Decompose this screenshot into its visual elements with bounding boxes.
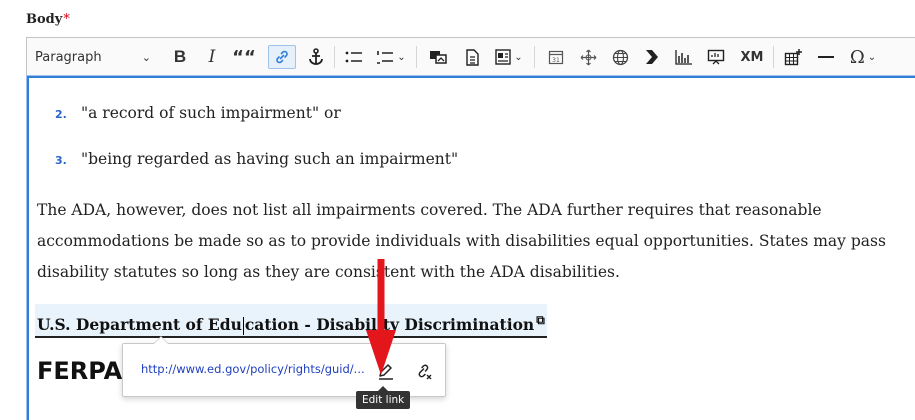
chevron-block-button[interactable] — [639, 45, 665, 69]
link-preview-url[interactable]: http://www.ed.gov/policy/rights/guid/... — [141, 362, 365, 376]
italic-button[interactable]: I — [199, 45, 225, 69]
source-button[interactable]: XM — [737, 45, 767, 69]
special-characters-button[interactable]: Ω ⌄ — [843, 45, 883, 69]
chevron-down-icon: ⌄ — [867, 51, 877, 63]
unlink-icon — [418, 364, 432, 380]
edit-link-tooltip: Edit link — [356, 386, 411, 409]
toolbar-separator — [334, 46, 335, 68]
insert-table-button[interactable] — [779, 45, 807, 69]
chart-button[interactable] — [671, 45, 697, 69]
move-icon — [580, 49, 596, 65]
bar-chart-icon — [675, 50, 692, 65]
omega-icon: Ω — [849, 46, 865, 68]
table-icon — [784, 49, 802, 66]
list-number: 2. — [55, 108, 67, 121]
unlink-button[interactable] — [409, 356, 439, 386]
horizontal-line-icon — [818, 56, 834, 58]
toolbar-separator — [534, 46, 535, 68]
horizontal-line-button[interactable] — [813, 45, 839, 69]
required-marker: * — [63, 12, 70, 27]
toolbar-separator — [773, 46, 774, 68]
link-text-part-2: cation - Disability Discrimination — [244, 315, 535, 335]
heading-dropdown-value: Paragraph — [35, 49, 102, 65]
presentation-button[interactable] — [703, 45, 729, 69]
heading-dropdown[interactable]: Paragraph ⌄ — [35, 45, 155, 69]
anchor-button[interactable] — [303, 45, 329, 69]
pencil-icon — [379, 364, 393, 380]
bulleted-list-button[interactable] — [341, 45, 367, 69]
edit-link-button[interactable] — [371, 356, 401, 386]
list-item: 2. "a record of such impairment" or — [55, 104, 341, 122]
link-button[interactable] — [268, 45, 296, 69]
document-icon — [466, 48, 479, 66]
image-align-button[interactable]: ⌄ — [491, 45, 527, 69]
text-caret — [242, 317, 244, 336]
list-item-text: "being regarded as having such an impair… — [81, 150, 459, 168]
link-actions-balloon: http://www.ed.gov/policy/rights/guid/... — [122, 336, 446, 397]
field-label: Body* — [26, 12, 70, 27]
chevron-down-icon: ⌄ — [141, 50, 151, 64]
svg-text:31: 31 — [552, 57, 560, 64]
move-button[interactable] — [575, 45, 601, 69]
document-button[interactable] — [459, 45, 485, 69]
field-label-text: Body — [26, 12, 63, 27]
globe-icon — [612, 49, 628, 65]
link-icon — [276, 50, 288, 64]
chevron-down-icon: ⌄ — [397, 51, 406, 63]
toolbar-separator — [416, 46, 417, 68]
bold-button[interactable]: B — [167, 45, 193, 69]
chevron-shape-icon — [646, 50, 658, 64]
editor-toolbar: Paragraph ⌄ B I ““ ⌄ ⌄ 31 XM Ω ⌄ — [26, 37, 915, 75]
media-icon — [430, 51, 447, 64]
globe-button[interactable] — [607, 45, 633, 69]
anchor-icon — [309, 48, 323, 65]
bulleted-list-icon — [345, 51, 362, 63]
calendar-button[interactable]: 31 — [543, 45, 569, 69]
section-heading: FERPA — [37, 357, 123, 385]
chevron-down-icon: ⌄ — [514, 51, 523, 63]
blockquote-button[interactable]: ““ — [231, 45, 257, 69]
link-text-part-1: U.S. Department of Edu — [37, 315, 242, 335]
media-button[interactable] — [425, 45, 451, 69]
list-item: 3. "being regarded as having such an impa… — [55, 150, 458, 168]
external-link-icon: ⧉ — [536, 313, 545, 327]
calendar-icon: 31 — [548, 50, 564, 65]
presentation-icon — [707, 49, 725, 65]
numbered-list-button[interactable]: ⌄ — [373, 45, 409, 69]
image-align-icon — [495, 49, 511, 65]
numbered-list-icon — [377, 51, 394, 64]
list-item-text: "a record of such impairment" or — [81, 104, 341, 122]
selected-link[interactable]: U.S. Department of Edu cation - Disabilit… — [35, 304, 547, 338]
list-number: 3. — [55, 154, 67, 167]
paragraph: The ADA, however, does not list all impa… — [37, 201, 886, 281]
